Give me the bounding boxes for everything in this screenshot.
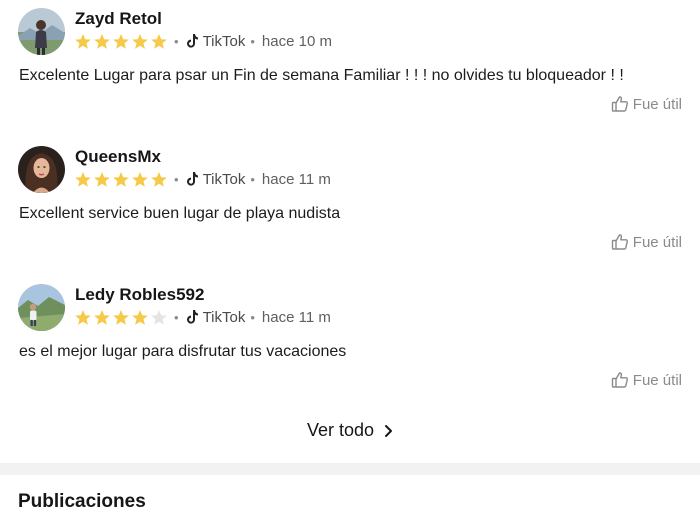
section-divider — [0, 463, 700, 475]
review-meta: • TikTok • hace 10 m — [74, 30, 332, 52]
useful-label: Fue útil — [632, 233, 682, 251]
chevron-right-icon — [385, 424, 393, 437]
thumbs-up-icon — [611, 234, 628, 250]
useful-button[interactable]: Fue útil — [611, 233, 682, 251]
star-filled-icon — [113, 33, 129, 49]
star-filled-icon — [94, 309, 110, 325]
review-text: Excellent service buen lugar de playa nu… — [19, 205, 341, 222]
star-filled-icon — [151, 171, 167, 187]
star-filled-icon — [132, 33, 148, 49]
review-source: TikTok — [202, 170, 246, 188]
star-filled-icon — [75, 33, 91, 49]
separator-dot: • — [250, 33, 255, 49]
star-filled-icon — [75, 171, 91, 187]
star-rating — [74, 309, 169, 326]
thumbs-up-icon — [611, 372, 628, 388]
review-text: Excelente Lugar para psar un Fin de sema… — [19, 67, 624, 84]
section-title: Publicaciones — [18, 491, 146, 512]
tiktok-icon — [186, 172, 198, 186]
review-source: TikTok — [202, 308, 246, 326]
separator-dot: • — [174, 171, 179, 187]
star-filled-icon — [75, 309, 91, 325]
review-time: hace 11 m — [261, 308, 331, 326]
star-filled-icon — [94, 33, 110, 49]
reviewer-name[interactable]: Zayd Retol — [75, 9, 162, 29]
star-rating — [74, 33, 169, 50]
avatar[interactable] — [18, 146, 65, 193]
thumbs-up-icon — [611, 96, 628, 112]
reviewer-name[interactable]: QueensMx — [75, 147, 161, 167]
star-filled-icon — [132, 309, 148, 325]
separator-dot: • — [250, 171, 255, 187]
separator-dot: • — [174, 309, 179, 325]
star-filled-icon — [132, 171, 148, 187]
review-time: hace 11 m — [261, 170, 331, 188]
avatar[interactable] — [18, 8, 65, 55]
separator-dot: • — [250, 309, 255, 325]
separator-dot: • — [174, 33, 179, 49]
star-empty-icon — [151, 309, 167, 325]
review-text: es el mejor lugar para disfrutar tus vac… — [19, 343, 347, 360]
review-source: TikTok — [202, 32, 246, 50]
tiktok-icon — [186, 34, 198, 48]
useful-button[interactable]: Fue útil — [611, 371, 682, 389]
useful-label: Fue útil — [632, 95, 682, 113]
star-filled-icon — [113, 309, 129, 325]
useful-label: Fue útil — [632, 371, 682, 389]
see-all-button[interactable]: Ver todo — [0, 420, 700, 441]
star-filled-icon — [94, 171, 110, 187]
see-all-label: Ver todo — [306, 420, 375, 440]
useful-button[interactable]: Fue útil — [611, 95, 682, 113]
tiktok-icon — [186, 310, 198, 324]
star-filled-icon — [151, 33, 167, 49]
reviewer-name[interactable]: Ledy Robles592 — [75, 285, 204, 305]
review-meta: • TikTok • hace 11 m — [74, 168, 331, 190]
review-time: hace 10 m — [261, 32, 332, 50]
avatar[interactable] — [18, 284, 65, 331]
review-meta: • TikTok • hace 11 m — [74, 306, 331, 328]
star-rating — [74, 171, 169, 188]
star-filled-icon — [113, 171, 129, 187]
